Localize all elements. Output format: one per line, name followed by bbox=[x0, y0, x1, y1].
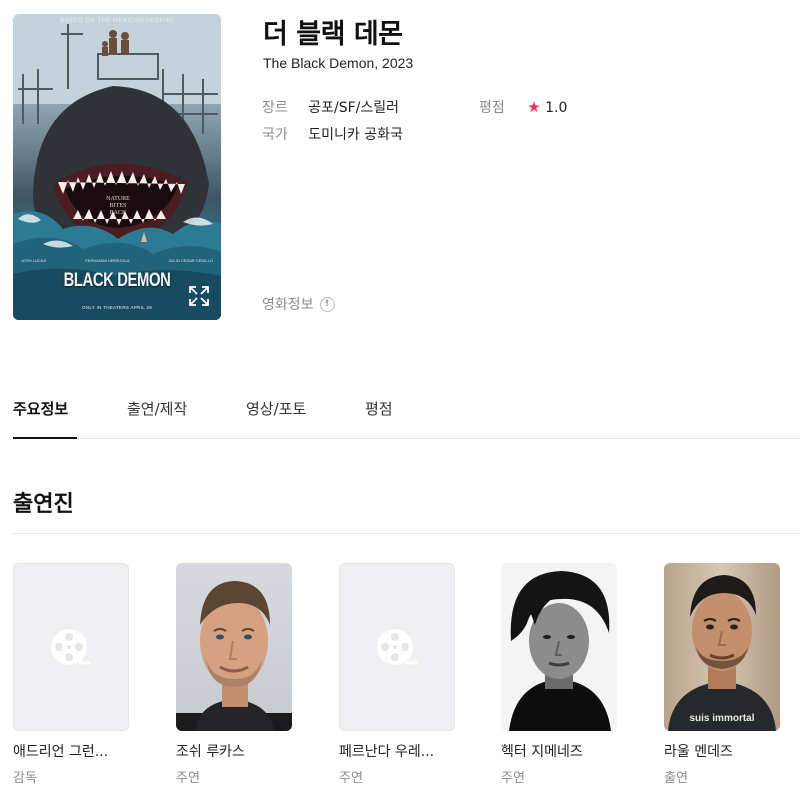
movie-poster[interactable]: NATURE BITES BACK BASED ON THE MEXICAN L… bbox=[13, 14, 221, 320]
cast-name: 라울 멘데즈 bbox=[664, 744, 733, 760]
poster-tagline: BASED ON THE MEXICAN LEGEND bbox=[60, 18, 174, 24]
cast-card[interactable]: 조쉬 루카스 주연 bbox=[176, 563, 292, 786]
cast-card[interactable]: suis immortal 라울 멘데즈 출연 bbox=[664, 563, 780, 786]
cast-name: 애드리언 그런... bbox=[13, 744, 109, 760]
star-icon: ★ bbox=[527, 98, 541, 116]
cast-role: 출연 bbox=[664, 771, 688, 786]
cast-photo: suis immortal bbox=[664, 563, 780, 731]
genre-row: 장르 공포/SF/스릴러 bbox=[262, 97, 399, 117]
poster-credit: FERNANDA URREJOLA bbox=[85, 258, 130, 263]
cast-card[interactable]: 페르난다 우레... 주연 bbox=[339, 563, 455, 786]
cast-photo-placeholder bbox=[13, 563, 129, 731]
movie-subtitle: The Black Demon, 2023 bbox=[263, 55, 414, 71]
country-label: 국가 bbox=[262, 127, 288, 143]
cast-section-title: 출연진 bbox=[13, 492, 74, 517]
poster-credits: JOSH LUCAS FERNANDA URREJOLA JULIO CESAR… bbox=[21, 258, 213, 263]
cast-name: 페르난다 우레... bbox=[339, 744, 435, 760]
poster-jaw-text-1: NATURE bbox=[106, 196, 130, 202]
expand-icon[interactable] bbox=[187, 284, 211, 308]
movie-info-label: 영화정보 bbox=[262, 297, 314, 313]
tab-cast-crew[interactable]: 출연/제작 bbox=[127, 398, 187, 439]
cast-photo bbox=[176, 563, 292, 731]
rating-value: 1.0 bbox=[545, 100, 568, 116]
cast-role: 감독 bbox=[13, 771, 37, 786]
cast-role: 주연 bbox=[339, 771, 363, 786]
movie-info-link[interactable]: 영화정보 ! bbox=[262, 294, 335, 314]
tab-video-photo[interactable]: 영상/포토 bbox=[246, 398, 306, 439]
film-reel-icon bbox=[377, 629, 417, 665]
tab-reviews[interactable]: 평점 bbox=[365, 398, 393, 439]
info-icon: ! bbox=[319, 296, 335, 312]
cast-card[interactable]: 애드리언 그런... 감독 bbox=[13, 563, 129, 786]
poster-credit: JOSH LUCAS bbox=[21, 258, 47, 263]
poster-jaw-text-3: BACK bbox=[110, 210, 127, 216]
cast-photo-placeholder bbox=[339, 563, 455, 731]
cast-role: 주연 bbox=[176, 771, 200, 786]
poster-wordmark: BLACK DEMON bbox=[63, 270, 171, 291]
genre-value: 공포/SF/스릴러 bbox=[308, 100, 399, 116]
divider bbox=[13, 533, 800, 534]
movie-title: 더 블랙 데몬 bbox=[263, 19, 403, 50]
country-row: 국가 도미니카 공화국 bbox=[262, 124, 403, 144]
tab-main-info[interactable]: 주요정보 bbox=[13, 398, 77, 439]
cast-name: 헥터 지메네즈 bbox=[501, 744, 583, 760]
rating-label: 평점 bbox=[479, 100, 505, 116]
cast-photo bbox=[501, 563, 617, 731]
shirt-text: suis immortal bbox=[689, 713, 755, 724]
genre-label: 장르 bbox=[262, 100, 288, 116]
country-value: 도미니카 공화국 bbox=[308, 127, 403, 143]
cast-role: 주연 bbox=[501, 771, 525, 786]
rating-row: 평점 ★ 1.0 bbox=[479, 97, 567, 117]
poster-credit: JULIO CESAR CEDILLO bbox=[168, 258, 213, 263]
film-reel-icon bbox=[51, 629, 91, 665]
tab-bar: 주요정보 출연/제작 영상/포토 평점 bbox=[13, 398, 800, 439]
cast-name: 조쉬 루카스 bbox=[176, 744, 245, 760]
poster-jaw-text-2: BITES bbox=[110, 203, 127, 209]
cast-card[interactable]: 헥터 지메네즈 주연 bbox=[501, 563, 617, 786]
